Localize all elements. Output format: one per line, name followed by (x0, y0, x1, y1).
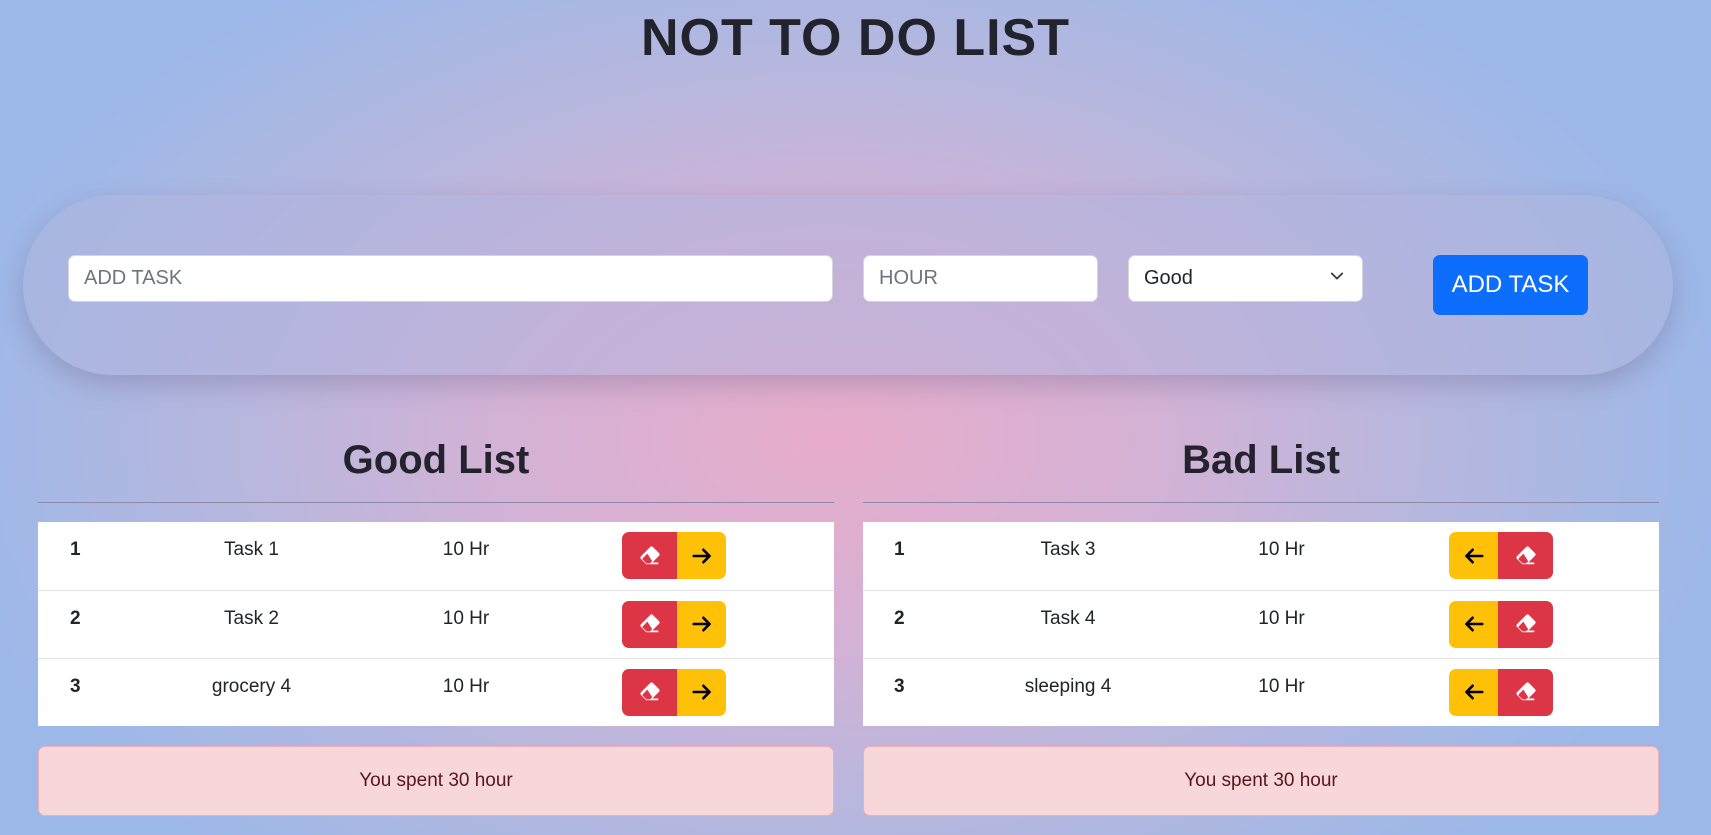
arrow-left-icon (1463, 681, 1485, 703)
action-button-group (1449, 600, 1553, 648)
move-to-bad-button[interactable] (677, 668, 726, 716)
bad-list-title: Bad List (1182, 438, 1340, 482)
eraser-icon (639, 681, 661, 703)
row-number: 1 (70, 539, 81, 560)
action-button-group (622, 668, 726, 716)
task-hours: 10 Hr (340, 657, 592, 726)
move-to-good-button[interactable] (1449, 532, 1498, 579)
table-row: 2 Task 2 10 Hr (38, 589, 834, 658)
good-list-table: 1 Task 1 10 Hr 2 Task 2 10 Hr 3 grocery 4 10 Hr (38, 522, 834, 726)
good-list: Good List 1 Task 1 10 Hr 2 Task 2 10 Hr 3 groce… (38, 430, 834, 816)
move-to-bad-button[interactable] (677, 532, 726, 579)
eraser-icon (1515, 613, 1537, 635)
task-hours: 10 Hr (1153, 589, 1410, 658)
task-hours: 10 Hr (442, 539, 490, 560)
action-button-group (622, 532, 726, 579)
arrow-left-icon (1463, 613, 1485, 635)
arrow-right-icon (691, 681, 713, 703)
table-row: 1 Task 1 10 Hr (38, 522, 834, 590)
task-hours: 10 Hr (340, 589, 592, 658)
table-row: 3 sleeping 4 10 Hr (863, 657, 1659, 726)
row-actions (1410, 657, 1659, 726)
eraser-icon (639, 545, 661, 567)
row-number: 2 (38, 589, 163, 658)
eraser-icon (1515, 681, 1537, 703)
task-name: Task 2 (163, 589, 340, 658)
arrow-right-icon (691, 613, 713, 635)
table-row: 2 Task 4 10 Hr (863, 589, 1659, 658)
row-number: 3 (863, 657, 983, 726)
divider (863, 502, 1659, 503)
move-to-bad-button[interactable] (677, 600, 726, 648)
row-actions (592, 657, 834, 726)
task-name: Task 4 (983, 589, 1153, 658)
delete-button[interactable] (1498, 532, 1553, 579)
delete-button[interactable] (622, 532, 677, 579)
row-number: 1 (894, 539, 905, 560)
chevron-down-icon (1330, 272, 1344, 280)
delete-button[interactable] (622, 600, 677, 648)
task-name: grocery 4 (163, 657, 340, 726)
move-to-good-button[interactable] (1449, 600, 1498, 648)
delete-button[interactable] (1498, 600, 1553, 648)
task-name: Task 3 (1040, 539, 1096, 560)
add-task-button[interactable]: ADD TASK (1433, 255, 1588, 315)
table-row: 3 grocery 4 10 Hr (38, 657, 834, 726)
move-to-good-button[interactable] (1449, 668, 1498, 716)
row-actions (592, 522, 834, 590)
type-select-value: Good (1144, 267, 1193, 289)
good-list-total: You spent 30 hour (38, 746, 834, 816)
type-select[interactable]: Good (1128, 255, 1363, 302)
eraser-icon (639, 613, 661, 635)
task-input[interactable] (68, 255, 833, 302)
page-title: NOT TO DO LIST (640, 9, 1071, 67)
row-actions (1410, 522, 1659, 590)
task-hours: 10 Hr (1153, 657, 1410, 726)
row-actions (1410, 589, 1659, 658)
action-button-group (622, 600, 726, 648)
good-list-title: Good List (342, 438, 530, 482)
task-name: sleeping 4 (983, 657, 1153, 726)
action-button-group (1449, 668, 1553, 716)
bad-list-total: You spent 30 hour (863, 746, 1659, 816)
bad-list-table: 1 Task 3 10 Hr 2 Task 4 10 Hr 3 sleeping 4 10 Hr (863, 522, 1659, 726)
delete-button[interactable] (622, 668, 677, 716)
arrow-left-icon (1463, 545, 1485, 567)
row-number: 2 (863, 589, 983, 658)
hour-input[interactable] (863, 255, 1098, 302)
bad-list: Bad List 1 Task 3 10 Hr 2 Task 4 10 Hr 3 sleepi… (863, 430, 1659, 816)
eraser-icon (1515, 545, 1537, 567)
action-button-group (1449, 532, 1553, 579)
arrow-right-icon (691, 545, 713, 567)
delete-button[interactable] (1498, 668, 1553, 716)
divider (38, 502, 834, 503)
task-hours: 10 Hr (1258, 539, 1305, 560)
row-number: 3 (38, 657, 163, 726)
row-actions (592, 589, 834, 658)
table-row: 1 Task 3 10 Hr (863, 522, 1659, 590)
task-name: Task 1 (224, 539, 279, 560)
